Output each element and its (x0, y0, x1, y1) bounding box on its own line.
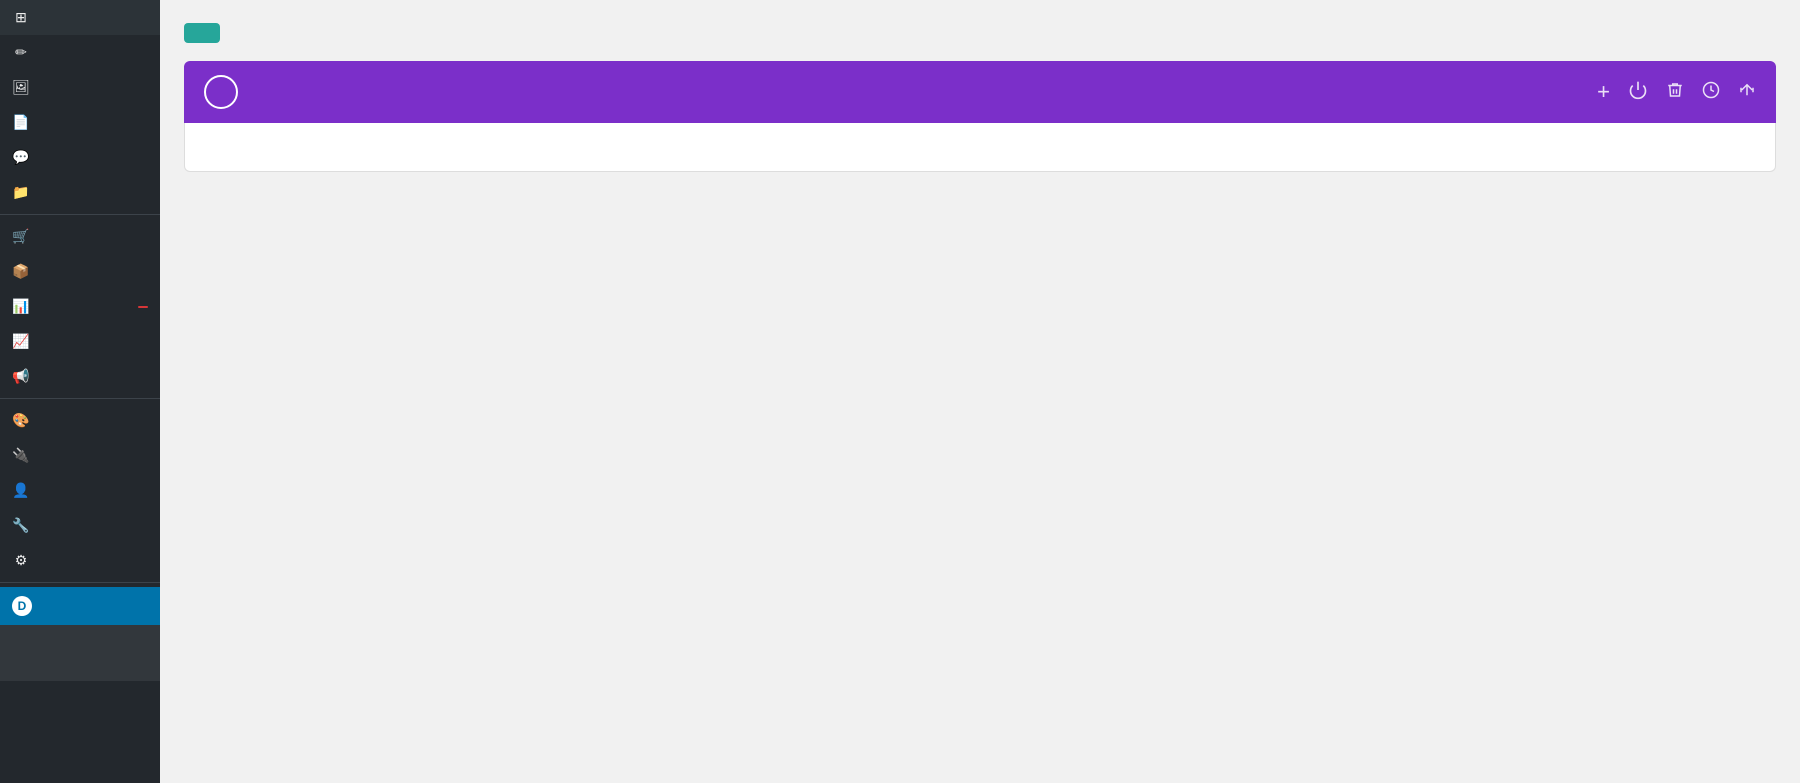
divi-logo (204, 75, 238, 109)
sort-icon[interactable] (1738, 81, 1756, 104)
all-changes-saved-button[interactable] (184, 23, 220, 43)
sidebar-divider (0, 214, 160, 215)
sidebar-item-pages[interactable]: 📄 (0, 105, 160, 140)
sidebar-item-payments[interactable]: 📊 (0, 289, 160, 324)
pages-icon: 📄 (12, 114, 30, 131)
header-actions: + (1597, 79, 1756, 105)
sidebar-item-projects[interactable]: 📁 (0, 175, 160, 210)
analytics-icon: 📈 (12, 333, 30, 350)
cards-container (184, 123, 1776, 172)
sidebar-item-sub-dashboard[interactable] (0, 625, 160, 639)
tools-icon: 🔧 (12, 517, 30, 534)
add-icon[interactable]: + (1597, 79, 1610, 105)
sidebar-item-users[interactable]: 👤 (0, 473, 160, 508)
sidebar-item-woocommerce[interactable]: 🛒 (0, 219, 160, 254)
sidebar-item-posts[interactable]: ✏ (0, 35, 160, 70)
products-icon: 📦 (12, 263, 30, 280)
sidebar-item-marketing[interactable]: 📢 (0, 359, 160, 394)
history-icon[interactable] (1702, 81, 1720, 104)
sidebar-item-media[interactable]: 🖼 (0, 70, 160, 105)
sidebar-item-comments[interactable]: 💬 (0, 140, 160, 175)
appearance-icon: 🎨 (12, 412, 30, 429)
comments-icon: 💬 (12, 149, 30, 166)
marketing-icon: 📢 (12, 368, 30, 385)
sidebar-item-divi[interactable]: D (0, 587, 160, 625)
main-content: + (160, 0, 1800, 783)
users-icon: 👤 (12, 482, 30, 499)
settings-icon: ⚙ (12, 552, 30, 569)
projects-icon: 📁 (12, 184, 30, 201)
plugins-icon: 🔌 (12, 447, 30, 464)
woocommerce-icon: 🛒 (12, 228, 30, 245)
sidebar-sub-menu (0, 625, 160, 681)
dashboard-icon: ⊞ (12, 9, 30, 26)
sidebar-item-appearance[interactable]: 🎨 (0, 403, 160, 438)
sidebar-item-tools[interactable]: 🔧 (0, 508, 160, 543)
payments-badge (138, 306, 148, 308)
theme-builder-header: + (184, 61, 1776, 123)
delete-icon[interactable] (1666, 81, 1684, 104)
sidebar-item-products[interactable]: 📦 (0, 254, 160, 289)
sidebar-item-analytics[interactable]: 📈 (0, 324, 160, 359)
power-icon[interactable] (1628, 80, 1648, 105)
sidebar-item-sub-theme-customizer[interactable] (0, 667, 160, 681)
sidebar-item-settings[interactable]: ⚙ (0, 543, 160, 578)
posts-icon: ✏ (12, 44, 30, 61)
sidebar-divider-2 (0, 398, 160, 399)
payments-icon: 📊 (12, 298, 30, 315)
divi-icon: D (12, 596, 32, 616)
sidebar: ⊞ ✏ 🖼 📄 💬 📁 🛒 📦 📊 📈 📢 (0, 0, 160, 783)
sidebar-item-dashboard[interactable]: ⊞ (0, 0, 160, 35)
sidebar-divider-3 (0, 582, 160, 583)
sidebar-item-sub-theme-options[interactable] (0, 639, 160, 653)
sidebar-item-sub-theme-builder[interactable] (0, 653, 160, 667)
top-bar (184, 20, 1776, 43)
sidebar-item-plugins[interactable]: 🔌 (0, 438, 160, 473)
media-icon: 🖼 (12, 79, 30, 96)
